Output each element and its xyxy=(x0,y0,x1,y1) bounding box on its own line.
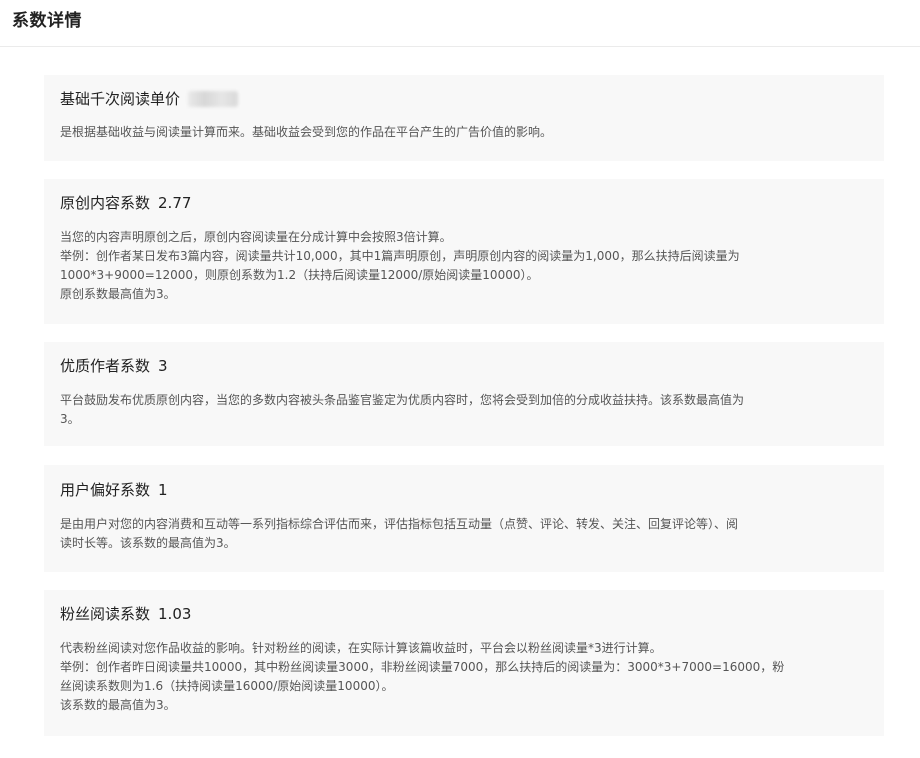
card-title: 优质作者系数 xyxy=(60,357,151,375)
card-title: 基础千次阅读单价 xyxy=(60,90,181,108)
description-line: 该系数的最高值为3。 xyxy=(60,698,176,712)
card-title-row: 粉丝阅读系数 1.03 xyxy=(60,603,868,625)
card-value: 1 xyxy=(158,481,168,499)
panel-title: 系数详情 xyxy=(12,11,82,31)
coefficient-card-fan-reading: 粉丝阅读系数 1.03 代表粉丝阅读对您作品收益的影响。针对粉丝的阅读，在实际计… xyxy=(44,590,884,736)
description-line: 1000*3+9000=12000，则原创系数为1.2（扶持后阅读量12000/… xyxy=(60,268,539,282)
card-description: 是根据基础收益与阅读量计算而来。基础收益会受到您的作品在平台产生的广告价值的影响… xyxy=(60,123,868,142)
card-description: 平台鼓励发布优质原创内容，当您的多数内容被头条品鉴官鉴定为优质内容时，您将会受到… xyxy=(60,391,868,429)
description-line: 3。 xyxy=(60,412,80,426)
description-line: 代表粉丝阅读对您作品收益的影响。针对粉丝的阅读，在实际计算该篇收益时，平台会以粉… xyxy=(60,641,662,655)
card-description: 当您的内容声明原创之后，原创内容阅读量在分成计算中会按照3倍计算。 举例：创作者… xyxy=(60,228,868,304)
description-line: 是由用户对您的内容消费和互动等一系列指标综合评估而来，评估指标包括互动量（点赞、… xyxy=(60,517,739,531)
description-line: 当您的内容声明原创之后，原创内容阅读量在分成计算中会按照3倍计算。 xyxy=(60,230,452,244)
blurred-value xyxy=(188,91,239,107)
description-line: 丝阅读系数则为1.6（扶持阅读量16000/原始阅读量10000）。 xyxy=(60,679,394,693)
card-title-row: 基础千次阅读单价 xyxy=(60,88,868,110)
card-description: 代表粉丝阅读对您作品收益的影响。针对粉丝的阅读，在实际计算该篇收益时，平台会以粉… xyxy=(60,639,868,715)
card-title-row: 原创内容系数 2.77 xyxy=(60,192,868,214)
panel-header: 系数详情 xyxy=(0,0,920,47)
card-title-row: 优质作者系数 3 xyxy=(60,355,868,377)
description-line: 读时长等。该系数的最高值为3。 xyxy=(60,536,236,550)
coefficient-card-user-preference: 用户偏好系数 1 是由用户对您的内容消费和互动等一系列指标综合评估而来，评估指标… xyxy=(44,465,884,572)
card-value: 1.03 xyxy=(158,605,192,623)
coefficient-card-quality-author: 优质作者系数 3 平台鼓励发布优质原创内容，当您的多数内容被头条品鉴官鉴定为优质… xyxy=(44,342,884,446)
card-title: 用户偏好系数 xyxy=(60,481,151,499)
description-line: 平台鼓励发布优质原创内容，当您的多数内容被头条品鉴官鉴定为优质内容时，您将会受到… xyxy=(60,393,745,407)
coefficient-card-base-rpm: 基础千次阅读单价 是根据基础收益与阅读量计算而来。基础收益会受到您的作品在平台产… xyxy=(44,75,884,161)
description-line: 原创系数最高值为3。 xyxy=(60,287,176,301)
description-line: 是根据基础收益与阅读量计算而来。基础收益会受到您的作品在平台产生的广告价值的影响… xyxy=(60,125,553,139)
card-value: 3 xyxy=(158,357,168,375)
description-line: 举例：创作者某日发布3篇内容，阅读量共计10,000，其中1篇声明原创，声明原创… xyxy=(60,249,740,263)
card-description: 是由用户对您的内容消费和互动等一系列指标综合评估而来，评估指标包括互动量（点赞、… xyxy=(60,515,868,553)
coefficient-card-original: 原创内容系数 2.77 当您的内容声明原创之后，原创内容阅读量在分成计算中会按照… xyxy=(44,179,884,324)
card-title-row: 用户偏好系数 1 xyxy=(60,479,868,501)
card-title: 原创内容系数 xyxy=(60,194,151,212)
description-line: 举例：创作者昨日阅读量共10000，其中粉丝阅读量3000，非粉丝阅读量7000… xyxy=(60,660,785,674)
card-value: 2.77 xyxy=(158,194,192,212)
card-title: 粉丝阅读系数 xyxy=(60,605,151,623)
